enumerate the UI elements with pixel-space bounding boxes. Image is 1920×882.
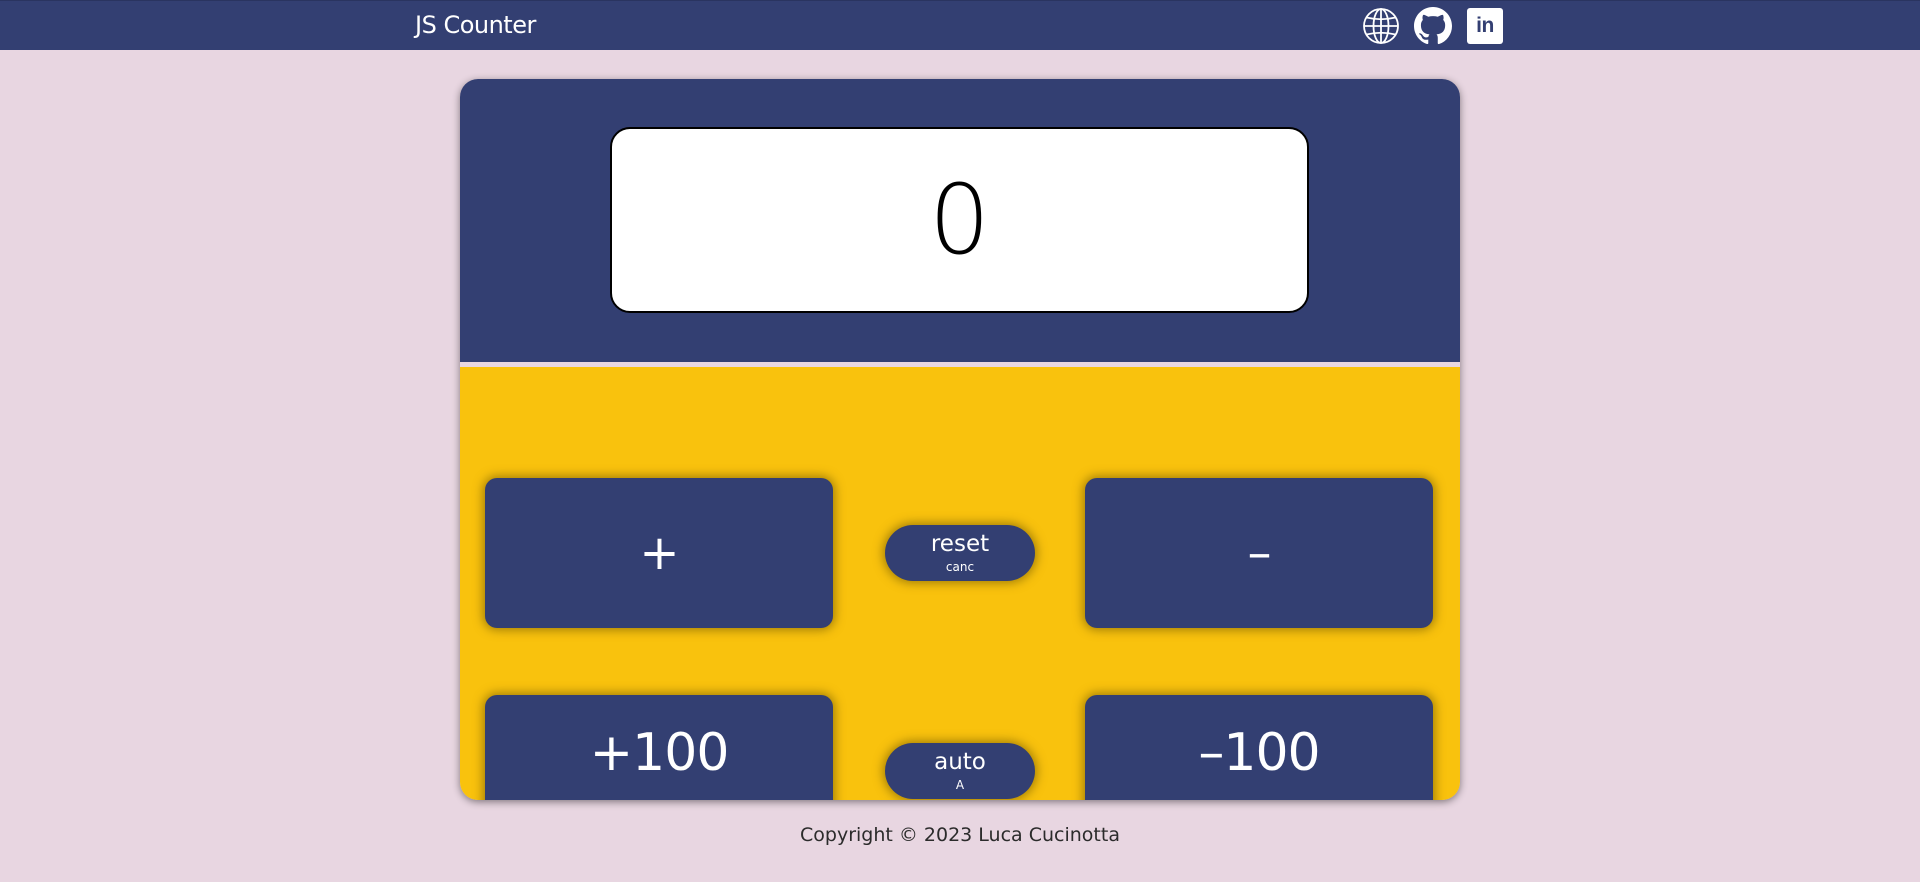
display-area: 0 [460,79,1460,362]
top-navbar: JS Counter in [0,0,1920,50]
app-title: JS Counter [415,11,536,39]
auto-shortcut: A [955,778,965,792]
decrement-100-label: –100 [1198,723,1320,783]
footer-copyright: Copyright © 2023 Luca Cucinotta [800,824,1120,846]
decrement-button[interactable]: – [1085,478,1433,628]
counter-display: 0 [610,127,1309,313]
globe-icon [1363,8,1399,44]
counter-value: 0 [928,164,991,276]
controls-panel: + reset canc – +100 ↑ auto A –100 ↓ [460,367,1460,800]
counter-card: 0 + reset canc – +100 ↑ auto A –100 ↓ [460,79,1460,800]
reset-button[interactable]: reset canc [885,525,1035,581]
auto-label: auto [934,749,986,775]
github-link[interactable] [1414,7,1452,45]
linkedin-icon: in [1467,8,1503,44]
auto-button[interactable]: auto A [885,743,1035,799]
increment-100-button[interactable]: +100 ↑ [485,695,833,800]
github-icon [1414,7,1452,45]
increment-button[interactable]: + [485,478,833,628]
website-link[interactable] [1362,7,1400,45]
increment-100-label: +100 [589,723,730,783]
increment-label: + [639,525,679,581]
decrement-label: – [1247,525,1272,581]
linkedin-link[interactable]: in [1466,7,1504,45]
reset-label: reset [930,531,990,557]
decrement-100-button[interactable]: –100 ↓ [1085,695,1433,800]
reset-shortcut: canc [945,560,975,574]
